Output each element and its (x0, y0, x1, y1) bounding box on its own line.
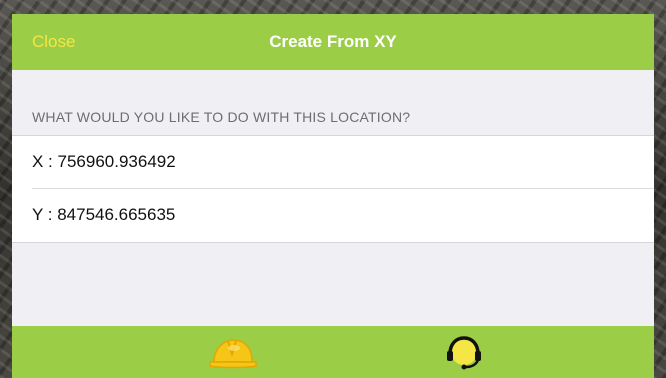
coordinate-list: X : 756960.936492 Y : 847546.665635 (12, 135, 654, 243)
navigation-bar: Create From XY Close (12, 14, 654, 70)
headset-tab[interactable] (434, 326, 494, 378)
hard-hat-icon (209, 339, 257, 369)
tab-bar (12, 326, 654, 378)
x-coordinate-text: X : 756960.936492 (32, 152, 176, 171)
y-coordinate-row[interactable]: Y : 847546.665635 (12, 189, 654, 241)
hard-hat-tab[interactable] (202, 326, 262, 378)
page-title: Create From XY (269, 32, 397, 51)
create-from-xy-sheet: Create From XY Close WHAT WOULD YOU LIKE… (12, 14, 654, 378)
y-coordinate-text: Y : 847546.665635 (32, 205, 176, 224)
headset-icon (447, 336, 481, 370)
x-coordinate-row[interactable]: X : 756960.936492 (12, 136, 654, 189)
section-header: WHAT WOULD YOU LIKE TO DO WITH THIS LOCA… (32, 109, 411, 125)
close-button[interactable]: Close (32, 14, 75, 70)
